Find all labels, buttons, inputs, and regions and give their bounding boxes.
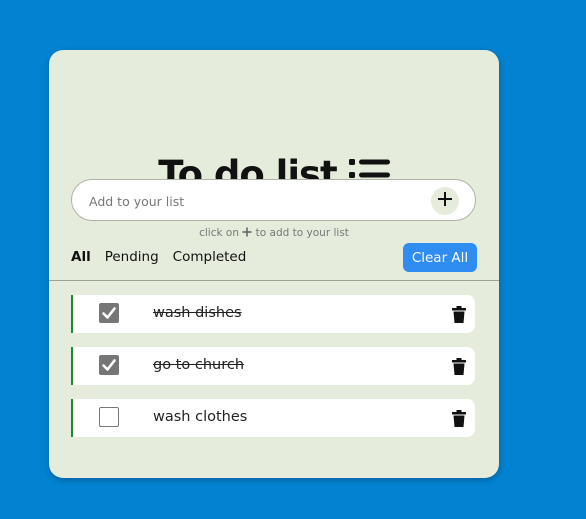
hint-suffix: to add to your list bbox=[255, 227, 349, 239]
clear-all-button[interactable]: Clear All bbox=[403, 243, 477, 272]
task-label: wash dishes bbox=[153, 305, 242, 321]
task-item: go to church bbox=[71, 347, 475, 385]
tab-all[interactable]: All bbox=[71, 249, 91, 265]
add-task-input[interactable] bbox=[87, 180, 431, 222]
trash-icon[interactable] bbox=[452, 358, 466, 375]
trash-icon[interactable] bbox=[452, 410, 466, 427]
task-checkbox[interactable] bbox=[99, 407, 119, 427]
filter-tabs: All Pending Completed bbox=[71, 249, 260, 265]
tab-pending[interactable]: Pending bbox=[105, 249, 159, 265]
tab-completed[interactable]: Completed bbox=[173, 249, 247, 265]
todo-card: To do list click on bbox=[49, 50, 499, 478]
task-item: wash dishes bbox=[71, 295, 475, 333]
task-label: go to church bbox=[153, 357, 245, 373]
task-item: wash clothes bbox=[71, 399, 475, 437]
task-checkbox[interactable] bbox=[99, 303, 119, 323]
add-task-field bbox=[71, 179, 476, 222]
hint-prefix: click on bbox=[199, 227, 239, 239]
trash-icon[interactable] bbox=[452, 306, 466, 323]
plus-icon bbox=[437, 191, 453, 211]
add-hint: click on to add to your list bbox=[49, 227, 499, 240]
task-checkbox[interactable] bbox=[99, 355, 119, 375]
divider bbox=[49, 280, 499, 281]
task-label: wash clothes bbox=[153, 409, 248, 425]
hint-plus-icon bbox=[242, 227, 252, 240]
add-button[interactable] bbox=[431, 187, 459, 215]
